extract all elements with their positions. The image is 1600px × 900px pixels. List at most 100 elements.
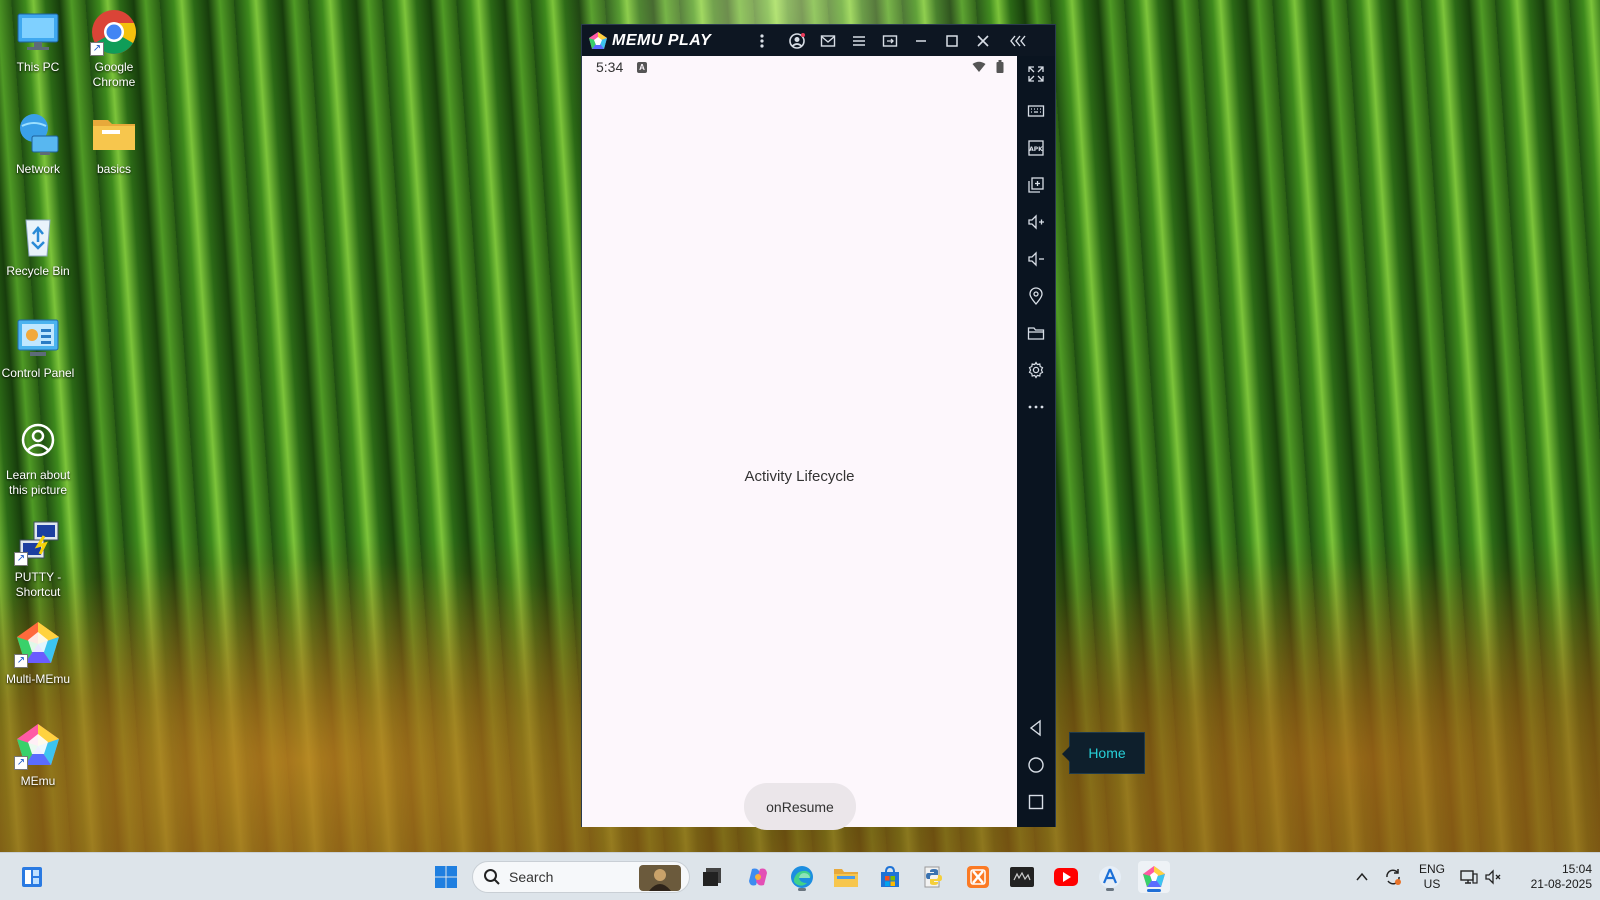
language-indicator[interactable]: ENG US: [1416, 862, 1448, 892]
multi-instance-icon[interactable]: [1024, 173, 1048, 197]
desktop-icon-label: Control Panel: [1, 366, 75, 380]
xampp-icon[interactable]: [962, 861, 994, 893]
desktop-icon-label: MEmu: [20, 774, 56, 788]
volume-muted-icon[interactable]: [1477, 861, 1509, 893]
desktop-icon-this-pc[interactable]: This PC: [0, 8, 76, 75]
location-icon[interactable]: [1024, 284, 1048, 308]
memu-title: MEMU PLAY: [612, 31, 712, 49]
apk-install-icon[interactable]: APK: [1024, 136, 1048, 160]
microsoft-store-icon[interactable]: [874, 861, 906, 893]
desktop-icon-label: basics: [96, 162, 131, 176]
fullscreen-icon[interactable]: [1024, 62, 1048, 86]
maximize-icon[interactable]: [940, 29, 964, 53]
shortcut-arrow-icon: ↗: [90, 42, 104, 56]
recycle-bin-icon: [14, 212, 62, 260]
shortcut-arrow-icon: ↗: [14, 654, 28, 668]
status-time: 5:34: [596, 59, 624, 75]
mail-icon[interactable]: [816, 29, 840, 53]
folder-share-icon[interactable]: [1024, 321, 1048, 345]
windows-start-icon[interactable]: [430, 861, 462, 893]
desktop-icon-label: Learn about this picture: [5, 468, 71, 497]
hamburger-menu-icon[interactable]: [847, 29, 871, 53]
putty-icon: ↗: [14, 518, 62, 566]
keyboard-icon[interactable]: [1024, 99, 1048, 123]
clock-date: 21-08-2025: [1530, 877, 1592, 891]
folder-icon: [90, 110, 138, 158]
multi-window-icon[interactable]: [878, 29, 902, 53]
chevron-up-icon[interactable]: [1346, 861, 1378, 893]
wifi-icon: [972, 61, 986, 72]
desktop-icon-putty-shortcut[interactable]: ↗ PUTTY - Shortcut: [0, 518, 76, 600]
windows-taskbar: Search ENG US 15:04 21-08-2025: [0, 852, 1600, 900]
memu-side-toolbar: APK: [1017, 56, 1055, 827]
activity-lifecycle-label: Activity Lifecycle: [744, 468, 855, 485]
widgets-icon[interactable]: [16, 861, 48, 893]
monitor-icon: [14, 8, 62, 56]
desktop-icon-recycle-bin[interactable]: Recycle Bin: [0, 212, 76, 279]
home-nav-icon[interactable]: [1024, 753, 1048, 777]
desktop-icon-label: This PC: [16, 60, 60, 74]
desktop-icon-label: Google Chrome: [92, 60, 136, 89]
back-nav-icon[interactable]: [1024, 716, 1048, 740]
android-screen[interactable]: 5:34 A Activity Lifecycle onResume: [582, 56, 1017, 830]
desktop-icon-multi-memu[interactable]: ↗ Multi-MEmu: [0, 620, 76, 687]
settings-gear-icon[interactable]: [1024, 358, 1048, 382]
copilot-icon[interactable]: [742, 861, 774, 893]
search-placeholder: Search: [509, 869, 554, 885]
running-indicator: [798, 888, 806, 891]
volume-down-icon[interactable]: [1024, 247, 1048, 271]
desktop-icon-label: PUTTY - Shortcut: [14, 570, 62, 599]
chrome-icon: ↗: [90, 8, 138, 56]
taskbar-search[interactable]: Search: [472, 861, 690, 893]
desktop-icon-label: Multi-MEmu: [5, 672, 70, 686]
memu-taskbar-icon[interactable]: [1138, 861, 1170, 893]
control-panel-icon: [14, 314, 62, 362]
home-tooltip: Home: [1062, 732, 1145, 774]
learn-picture-icon: [14, 416, 62, 464]
android-status-bar: 5:34 A: [582, 56, 1017, 80]
language-code: ENG: [1418, 862, 1445, 876]
app-store-icon[interactable]: [1094, 861, 1126, 893]
close-icon[interactable]: [971, 29, 995, 53]
more-options-icon[interactable]: [1024, 395, 1048, 419]
minimize-icon[interactable]: [909, 29, 933, 53]
apk-label: APK: [1029, 146, 1043, 153]
desktop-icon-control-panel[interactable]: Control Panel: [0, 314, 76, 381]
battery-icon: [996, 60, 1004, 73]
search-highlight-image-icon: [639, 865, 681, 891]
multi-memu-icon: ↗: [14, 620, 62, 668]
sync-icon[interactable]: [1377, 861, 1409, 893]
network-icon: [14, 110, 62, 158]
desktop-icon-google-chrome[interactable]: ↗ Google Chrome: [76, 8, 152, 90]
desktop-icon-label: Network: [15, 162, 60, 176]
search-icon: [484, 869, 500, 885]
desktop-icon-memu[interactable]: ↗ MEmu: [0, 722, 76, 789]
shortcut-arrow-icon: ↗: [14, 552, 28, 566]
desktop-icon-basics[interactable]: basics: [76, 110, 152, 177]
memu-icon: ↗: [14, 722, 62, 770]
region-code: US: [1423, 877, 1441, 891]
running-indicator: [1106, 888, 1114, 891]
youtube-icon[interactable]: [1050, 861, 1082, 893]
collapse-sidebar-icon[interactable]: [1006, 29, 1030, 53]
file-explorer-icon[interactable]: [830, 861, 862, 893]
active-indicator: [1147, 889, 1161, 892]
clock[interactable]: 15:04 21-08-2025: [1512, 862, 1592, 892]
account-icon[interactable]: [785, 29, 809, 53]
memu-window: MEMU PLAY 5:34 A Activity Lifecycle onRe…: [581, 24, 1056, 830]
memu-titlebar[interactable]: MEMU PLAY: [582, 25, 1055, 56]
kebab-menu-icon[interactable]: [750, 29, 774, 53]
task-view-icon[interactable]: [696, 861, 728, 893]
memu-logo: MEMU PLAY: [588, 31, 711, 51]
desktop-icon-network[interactable]: Network: [0, 110, 76, 177]
edge-browser-icon[interactable]: [786, 861, 818, 893]
desktop-icon-label: Recycle Bin: [6, 264, 70, 278]
shortcut-arrow-icon: ↗: [14, 756, 28, 770]
volume-up-icon[interactable]: [1024, 210, 1048, 234]
recents-nav-icon[interactable]: [1024, 790, 1048, 814]
desktop-icon-learn-about-picture[interactable]: Learn about this picture: [0, 416, 76, 498]
clock-time: 15:04: [1561, 862, 1592, 876]
python-icon[interactable]: [918, 861, 950, 893]
onresume-button[interactable]: onResume: [744, 783, 856, 830]
mysql-workbench-icon[interactable]: [1006, 861, 1038, 893]
